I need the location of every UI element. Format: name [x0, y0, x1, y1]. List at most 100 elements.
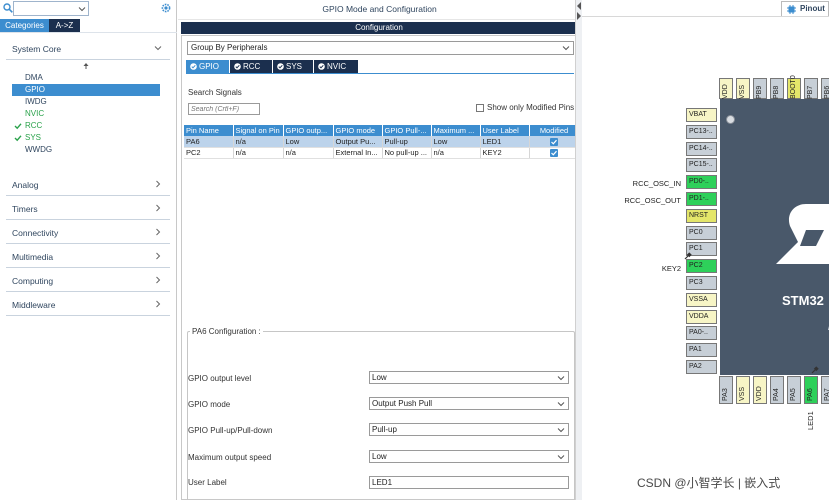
pin-nrst[interactable]: NRST — [686, 208, 717, 223]
modified-cell — [529, 136, 578, 148]
pin-pc14[interactable]: PC14-.. — [686, 141, 717, 156]
gpio-output-level-select[interactable]: Low — [369, 371, 569, 384]
pin-vdda[interactable]: VDDA — [686, 309, 717, 324]
panel-splitter[interactable] — [575, 0, 582, 500]
search-signals-input[interactable] — [188, 103, 260, 115]
tab-a-z[interactable]: A->Z — [49, 19, 80, 32]
column-header[interactable]: User Label — [480, 125, 530, 136]
pin-label: PA3 — [722, 388, 729, 401]
column-header[interactable]: Maximum ... — [431, 125, 481, 136]
category-label: Connectivity — [12, 228, 59, 238]
chevron-right-icon — [156, 204, 161, 212]
table-cell: LED1 — [480, 136, 530, 148]
pin-boot0[interactable]: BOOT0 — [787, 75, 801, 99]
table-row[interactable]: PC2 n/a n/a External In... No pull-up ..… — [184, 147, 578, 159]
user-label-input[interactable]: LED1 — [369, 476, 569, 489]
pin-pc3[interactable]: PC3 — [686, 276, 717, 290]
check-circle-icon — [234, 63, 241, 70]
sidebar-item-label: GPIO — [25, 85, 46, 94]
configuration-header: Configuration — [181, 22, 577, 34]
gear-icon[interactable] — [160, 2, 172, 14]
category-system-core[interactable]: System Core — [6, 38, 170, 60]
pushpin-icon — [684, 252, 692, 260]
category-middleware[interactable]: Middleware — [6, 294, 170, 316]
category-search-row — [0, 0, 177, 18]
chevron-right-icon — [156, 228, 161, 236]
pin-pc2[interactable]: PC2 — [686, 259, 717, 274]
category-connectivity[interactable]: Connectivity — [6, 222, 170, 244]
sidebar-item-rcc[interactable]: RCC — [12, 120, 160, 132]
sidebar-item-wwdg[interactable]: WWDG — [12, 144, 160, 156]
pin-pa2[interactable]: PA2 — [686, 360, 717, 374]
column-header[interactable]: Pin Name — [184, 125, 234, 136]
tab-sys[interactable]: SYS — [273, 60, 313, 73]
sidebar-item-sys[interactable]: SYS — [12, 132, 160, 144]
tab-nvic[interactable]: NVIC — [314, 60, 358, 73]
column-header[interactable]: Modified — [529, 125, 578, 136]
tab-gpio[interactable]: GPIO — [186, 60, 229, 73]
sidebar-item-gpio[interactable]: GPIO — [12, 84, 160, 96]
pin-vdd[interactable]: VDD — [719, 78, 733, 99]
show-modified-checkbox[interactable] — [476, 104, 484, 112]
pin-pd1[interactable]: PD1-.. — [686, 192, 717, 206]
pin-pb6[interactable]: PB6 — [821, 78, 829, 99]
pushpin-icon — [811, 366, 819, 374]
user-label-label: User Label — [188, 478, 227, 487]
mcu-chip[interactable]: STM32 L — [720, 99, 829, 375]
pin-pd0[interactable]: PD0-.. — [686, 175, 717, 190]
sidebar-item-dma[interactable]: DMA — [12, 72, 160, 84]
category-computing[interactable]: Computing — [6, 270, 170, 292]
pin-vssa[interactable]: VSSA — [686, 292, 717, 307]
pin-pa4[interactable]: PA4 — [770, 376, 784, 404]
table-cell: KEY2 — [480, 147, 530, 159]
tab-pinout-view[interactable]: Pinout — [781, 1, 829, 16]
stm32cubemx-window: Categories A->Z System Core DMA GPIO IWDG N… — [0, 0, 829, 500]
pin-pa6[interactable]: PA6 — [804, 376, 818, 404]
gpio-mode-select[interactable]: Output Push Pull — [369, 397, 569, 410]
chip-icon — [787, 5, 796, 14]
category-search-input[interactable] — [13, 1, 89, 16]
category-timers[interactable]: Timers — [6, 198, 170, 220]
pin-pa7[interactable]: PA7 — [821, 376, 829, 404]
sort-icon[interactable] — [82, 62, 90, 70]
pin-vss[interactable]: VSS — [736, 376, 750, 404]
pin-pb8[interactable]: PB8 — [770, 78, 784, 99]
gpio-pull-select[interactable]: Pull-up — [369, 423, 569, 436]
column-header[interactable]: GPIO Pull-... — [382, 125, 432, 136]
modified-checkbox[interactable] — [550, 149, 558, 157]
select-value: Low — [372, 452, 387, 461]
search-icon[interactable] — [3, 3, 13, 13]
category-analog[interactable]: Analog — [6, 174, 170, 196]
pin-pa3[interactable]: PA3 — [719, 376, 733, 404]
column-header[interactable]: GPIO outp... — [283, 125, 334, 136]
pin-vdd[interactable]: VDD — [753, 376, 767, 404]
tab-rcc[interactable]: RCC — [230, 60, 272, 73]
pin-pc13[interactable]: PC13-.. — [686, 124, 717, 139]
category-label: Middleware — [12, 300, 56, 310]
sidebar-item-iwdg[interactable]: IWDG — [12, 96, 160, 108]
check-circle-icon — [277, 63, 284, 70]
pin-vss[interactable]: VSS — [736, 78, 750, 99]
pin-label: VSS — [739, 84, 746, 99]
max-output-speed-select[interactable]: Low — [369, 450, 569, 463]
group-by-select[interactable]: Group By Peripherals — [187, 41, 574, 55]
category-multimedia[interactable]: Multimedia — [6, 246, 170, 268]
column-header[interactable]: GPIO mode — [333, 125, 383, 136]
sidebar-item-nvic[interactable]: NVIC — [12, 108, 160, 120]
pin-pa1[interactable]: PA1 — [686, 343, 717, 358]
table-row[interactable]: PA6 n/a Low Output Pu... Pull-up Low LED… — [184, 136, 578, 148]
gpio-mode-label: GPIO mode — [188, 400, 231, 409]
chevron-down-icon[interactable] — [78, 5, 86, 13]
modified-checkbox[interactable] — [550, 137, 558, 146]
pin-vbat[interactable]: VBAT — [686, 108, 717, 122]
tab-categories[interactable]: Categories — [0, 19, 49, 32]
pin-pc0[interactable]: PC0 — [686, 225, 717, 240]
sidebar-item-label: NVIC — [25, 109, 45, 118]
sidebar-item-label: DMA — [25, 73, 43, 82]
pin-pc15[interactable]: PC15-.. — [686, 158, 717, 173]
pin-pb7[interactable]: PB7 — [804, 78, 818, 99]
pin-pa5[interactable]: PA5 — [787, 376, 801, 404]
pin-pa0[interactable]: PA0-.. — [686, 326, 717, 341]
column-header[interactable]: Signal on Pin — [233, 125, 284, 136]
pin-pb9[interactable]: PB9 — [753, 78, 767, 99]
